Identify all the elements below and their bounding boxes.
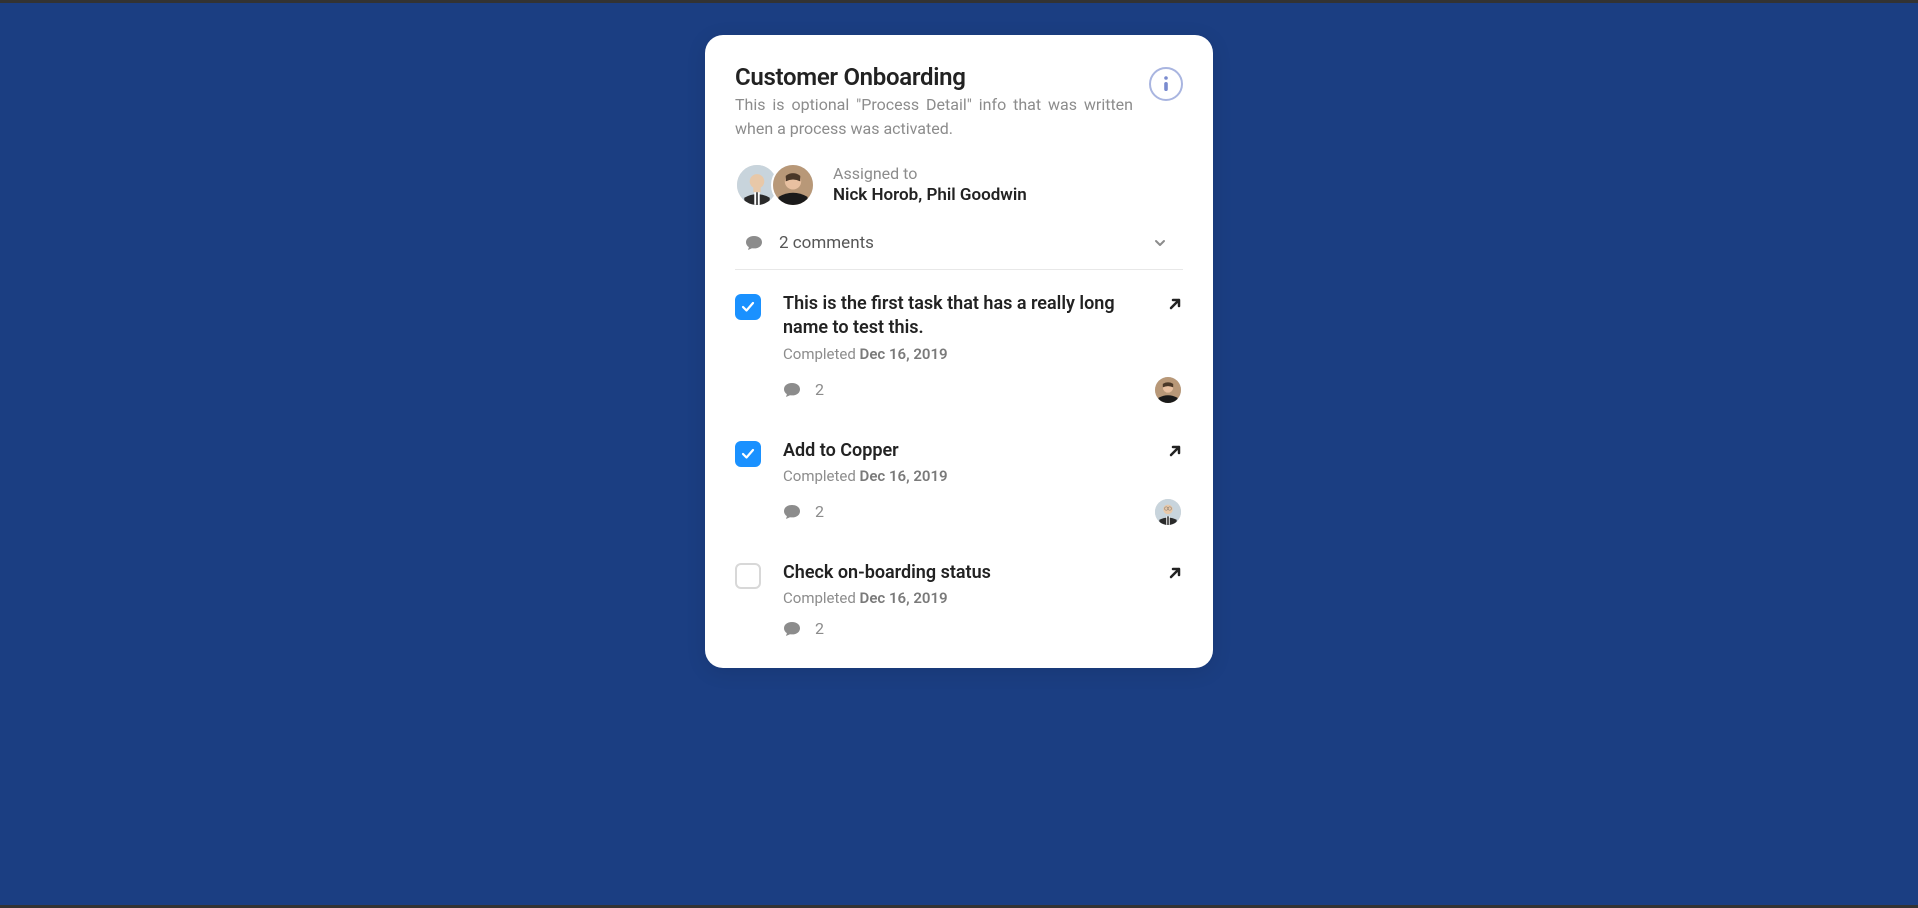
assignment-names: Nick Horob, Phil Goodwin [833,184,1027,206]
task-title-row: Add to Copper [783,439,1183,463]
task-body: Add to Copper Completed Dec 16, 2019 2 [783,439,1183,527]
task-meta: Completed Dec 16, 2019 [783,467,1183,485]
task-item: This is the first task that has a really… [735,292,1183,439]
assignment-row: Assigned to Nick Horob, Phil Goodwin [735,163,1183,207]
task-footer: 2 [783,497,1183,527]
avatar [771,163,815,207]
comment-icon [745,235,763,251]
task-avatar [1153,497,1183,527]
chevron-down-icon [1153,236,1167,250]
task-body: Check on-boarding status Completed Dec 16… [783,561,1183,638]
task-comments[interactable]: 2 [783,380,824,399]
task-meta: Completed Dec 16, 2019 [783,589,1183,607]
completed-date: Dec 16, 2019 [860,345,948,363]
comment-icon [783,621,801,637]
task-meta: Completed Dec 16, 2019 [783,345,1183,363]
task-title-row: Check on-boarding status [783,561,1183,585]
task-comments[interactable]: 2 [783,619,824,638]
comment-icon [783,504,801,520]
completed-date: Dec 16, 2019 [860,589,948,607]
task-footer: 2 [783,619,1183,638]
card-description: This is optional "Process Detail" info t… [735,93,1133,141]
task-item: Add to Copper Completed Dec 16, 2019 2 [735,439,1183,561]
task-title-row: This is the first task that has a really… [783,292,1183,341]
task-checkbox[interactable] [735,441,761,467]
card-header: Customer Onboarding This is optional "Pr… [735,63,1183,141]
task-comments[interactable]: 2 [783,502,824,521]
open-task-icon[interactable] [1167,565,1183,581]
process-card: Customer Onboarding This is optional "Pr… [705,35,1213,668]
task-comment-count: 2 [815,502,824,521]
task-title: Add to Copper [783,439,899,463]
completed-label: Completed [783,345,860,363]
open-task-icon[interactable] [1167,443,1183,459]
comment-icon [783,382,801,398]
task-checkbox[interactable] [735,563,761,589]
comments-toggle[interactable]: 2 comments [735,229,1183,270]
task-avatar [1153,375,1183,405]
task-title: Check on-boarding status [783,561,991,585]
task-item: Check on-boarding status Completed Dec 16… [735,561,1183,638]
header-text: Customer Onboarding This is optional "Pr… [735,63,1133,141]
assignment-text: Assigned to Nick Horob, Phil Goodwin [833,164,1027,207]
task-body: This is the first task that has a really… [783,292,1183,405]
completed-label: Completed [783,589,860,607]
assignment-label: Assigned to [833,164,1027,185]
task-comment-count: 2 [815,380,824,399]
comments-left: 2 comments [745,233,874,253]
task-title: This is the first task that has a really… [783,292,1153,341]
completed-label: Completed [783,467,860,485]
info-icon [1163,76,1169,92]
task-list: This is the first task that has a really… [735,292,1183,638]
comments-label: 2 comments [779,233,874,253]
card-title: Customer Onboarding [735,63,1133,91]
task-checkbox[interactable] [735,294,761,320]
open-task-icon[interactable] [1167,296,1183,312]
avatar-stack [735,163,815,207]
task-comment-count: 2 [815,619,824,638]
completed-date: Dec 16, 2019 [860,467,948,485]
task-footer: 2 [783,375,1183,405]
info-button[interactable] [1149,67,1183,101]
